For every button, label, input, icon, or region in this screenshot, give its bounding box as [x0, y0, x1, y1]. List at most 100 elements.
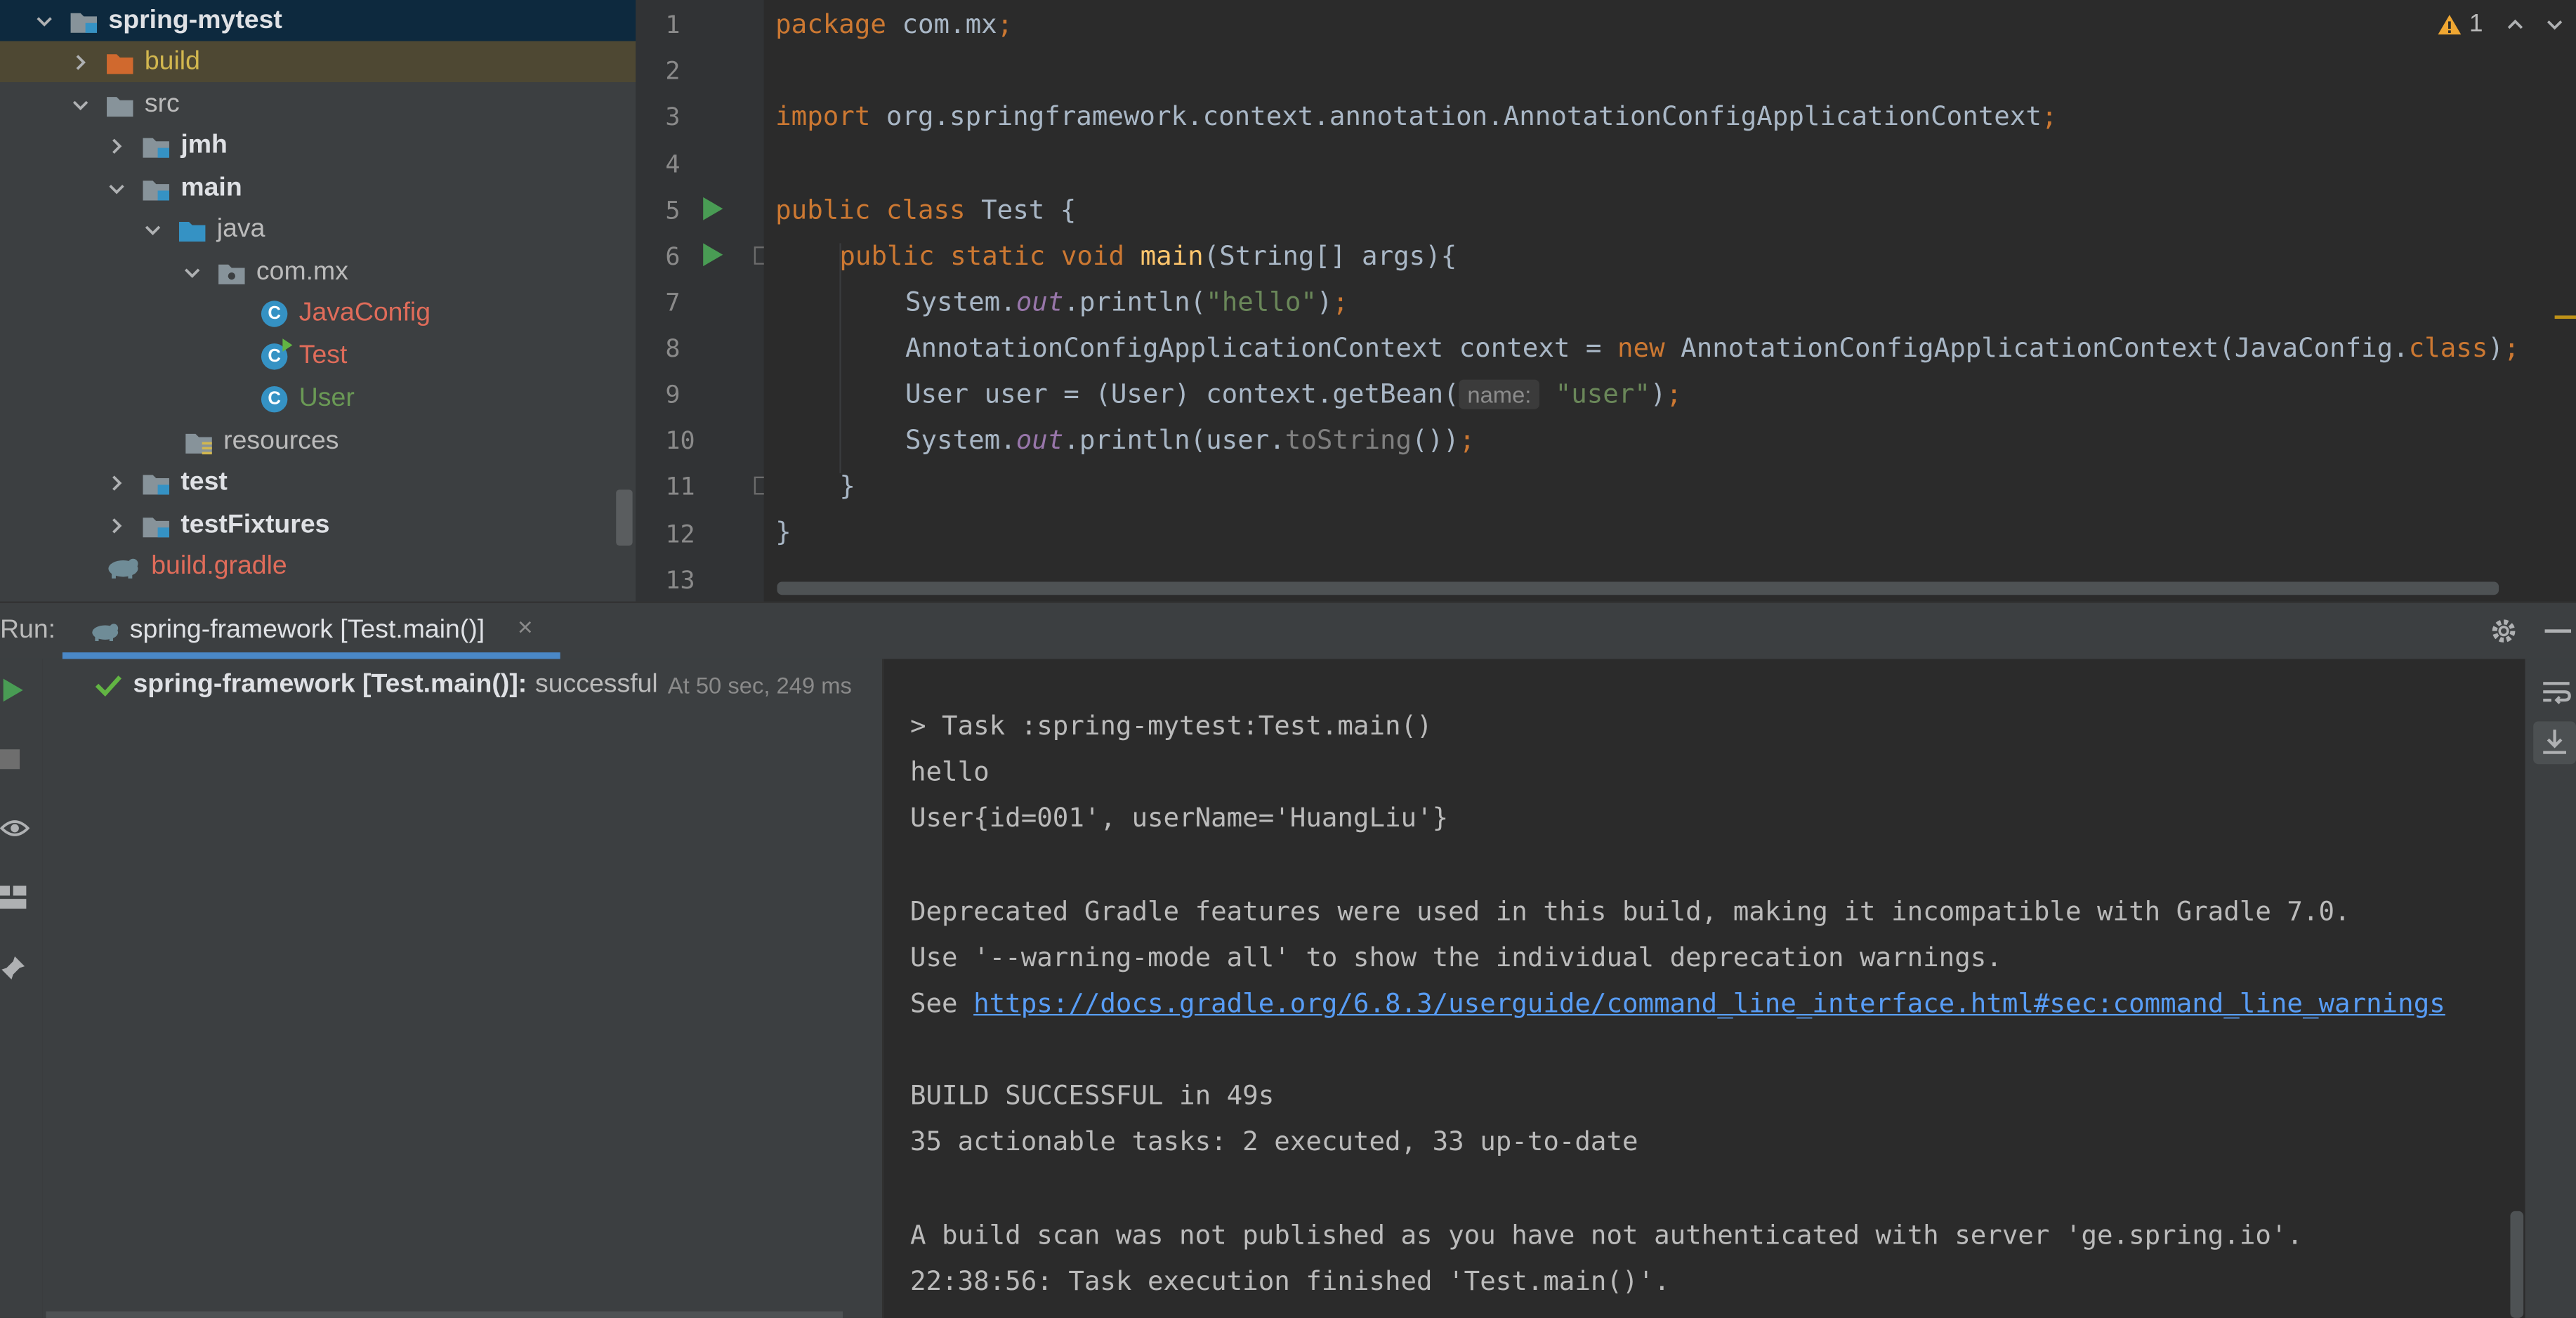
tree-item-label: java — [216, 214, 265, 243]
chevron-down-icon[interactable] — [105, 177, 129, 200]
tree-item-label: src — [144, 89, 180, 118]
code-keyword: static — [950, 239, 1046, 272]
tree-item-test-class[interactable]: C Test — [0, 335, 636, 376]
gradle-elephant-icon — [92, 624, 119, 642]
code-field: out — [1016, 286, 1064, 317]
line-number: 3 — [665, 102, 681, 132]
chevron-right-icon[interactable] — [105, 470, 129, 494]
module-folder-icon — [141, 132, 171, 158]
code-field: out — [1016, 423, 1064, 456]
eye-icon[interactable] — [0, 817, 30, 840]
code-keyword: public — [775, 194, 871, 225]
tree-item-label: testFixtures — [180, 510, 330, 539]
code-keyword: class — [886, 194, 966, 225]
code-string: "hello" — [1206, 286, 1317, 317]
project-tree: spring-mytest build src jmh main java co… — [0, 0, 636, 602]
code-editor[interactable]: package com.mx; import org.springframewo… — [763, 0, 2576, 602]
soft-wrap-icon[interactable] — [2542, 679, 2571, 705]
console-text: See — [909, 987, 974, 1019]
code-text: ) — [1650, 378, 1667, 409]
tree-item-label: com.mx — [256, 257, 348, 286]
tree-item-jmh[interactable]: jmh — [0, 125, 636, 166]
chevron-right-icon[interactable] — [69, 50, 92, 73]
code-text: .println( — [1063, 286, 1207, 317]
code-string: "user" — [1555, 378, 1650, 409]
tree-item-label: jmh — [180, 131, 228, 159]
line-number: 9 — [665, 379, 681, 409]
run-tab[interactable]: spring-framework [Test.main()] × — [62, 603, 560, 659]
tree-item-src[interactable]: src — [0, 84, 636, 125]
console-line: BUILD SUCCESSFUL in 49s — [909, 1079, 1275, 1112]
module-folder-icon — [69, 8, 98, 34]
source-folder-icon — [178, 216, 207, 242]
run-gutter-icon[interactable] — [703, 243, 723, 267]
tree-scrollbar-thumb[interactable] — [616, 489, 633, 546]
code-line-1: package com.mx; — [775, 8, 1013, 39]
tree-item-label: JavaConfig — [298, 298, 431, 327]
chevron-right-icon[interactable] — [105, 134, 129, 157]
minimize-icon[interactable] — [2544, 629, 2572, 633]
docs-link[interactable]: https://docs.gradle.org/6.8.3/userguide/… — [973, 988, 2445, 1019]
run-toolbar: Run: spring-framework [Test.main()] × — [0, 601, 2576, 659]
chevron-right-icon[interactable] — [105, 513, 129, 536]
close-icon[interactable]: × — [518, 614, 533, 644]
tree-item-label: main — [180, 173, 242, 202]
chevron-down-icon[interactable] — [141, 218, 164, 241]
tree-item-user[interactable]: C User — [0, 378, 636, 419]
stop-icon[interactable] — [0, 749, 20, 770]
code-keyword: import — [775, 100, 871, 132]
chevron-down-icon[interactable] — [69, 93, 92, 116]
tree-item-com-mx[interactable]: com.mx — [0, 251, 636, 293]
tree-item-resources[interactable]: resources — [0, 421, 636, 462]
tree-item-build[interactable]: build — [0, 41, 636, 83]
layout-icon[interactable] — [0, 885, 27, 909]
tree-item-java[interactable]: java — [0, 209, 636, 250]
resources-folder-icon — [184, 428, 213, 454]
tree-item-test[interactable]: test — [0, 462, 636, 503]
tree-item-main[interactable]: main — [0, 168, 636, 209]
line-number: 4 — [665, 149, 681, 180]
chevron-down-icon[interactable] — [180, 261, 204, 284]
code-text: AnnotationConfigApplicationContext conte… — [905, 331, 1618, 364]
results-horizontal-scrollbar[interactable] — [46, 1311, 843, 1318]
console-output[interactable]: > Task :spring-mytest:Test.main() hello … — [882, 659, 2527, 1318]
tree-item-testfixtures[interactable]: testFixtures — [0, 504, 636, 546]
gear-icon[interactable] — [2489, 617, 2518, 646]
code-keyword: package — [775, 8, 886, 40]
console-line: A build scan was not published as you ha… — [909, 1219, 2303, 1251]
run-result-row[interactable]: spring-framework [Test.main()]: successf… — [95, 666, 852, 705]
runnable-class-icon: C — [261, 337, 293, 369]
pin-icon[interactable] — [0, 955, 26, 981]
run-actions-strip — [0, 659, 43, 1318]
code-line-11: } — [839, 470, 855, 501]
parameter-hint: name: — [1459, 379, 1540, 409]
code-line-9: User user = (User) context.getBean(name:… — [905, 378, 1682, 409]
code-line-10: System.out.println(user.toString()); — [905, 424, 1475, 455]
console-line: See https://docs.gradle.org/6.8.3/usergu… — [910, 988, 2445, 1019]
ide-window: spring-mytest build src jmh main java co… — [0, 0, 2576, 1318]
chevron-up-icon[interactable] — [2506, 14, 2525, 34]
chevron-down-icon[interactable] — [2545, 14, 2565, 34]
console-line: Deprecated Gradle features were used in … — [909, 895, 2351, 927]
tree-item-build-gradle[interactable]: build.gradle — [0, 546, 636, 587]
tree-item-javaconfig[interactable]: C JavaConfig — [0, 293, 636, 334]
indent-guide — [839, 243, 841, 474]
inspection-widget[interactable]: 1 — [2436, 10, 2565, 38]
warning-count: 1 — [2469, 10, 2483, 38]
console-scrollbar-thumb[interactable] — [2510, 1211, 2524, 1318]
code-text: org.springframework.context.annotation.A… — [870, 100, 2042, 132]
run-result-time: At 50 sec, 249 ms — [667, 672, 852, 699]
rerun-icon[interactable] — [3, 678, 23, 702]
error-stripe-mark[interactable] — [2554, 315, 2576, 319]
tree-item-spring-mytest[interactable]: spring-mytest — [0, 0, 636, 41]
code-text: (String[] args){ — [1203, 239, 1457, 272]
run-results-tree: spring-framework [Test.main()]: successf… — [42, 659, 883, 1318]
gradle-elephant-icon — [105, 553, 141, 579]
editor-horizontal-scrollbar[interactable] — [777, 581, 2499, 595]
scroll-to-end-button[interactable] — [2533, 721, 2576, 765]
run-gutter-icon[interactable] — [703, 197, 723, 220]
console-line: User{id=001', userName='HuangLiu'} — [909, 802, 1449, 833]
console-line: 35 actionable tasks: 2 executed, 33 up-t… — [909, 1126, 1638, 1157]
module-folder-icon — [141, 175, 171, 201]
chevron-down-icon[interactable] — [33, 9, 56, 32]
